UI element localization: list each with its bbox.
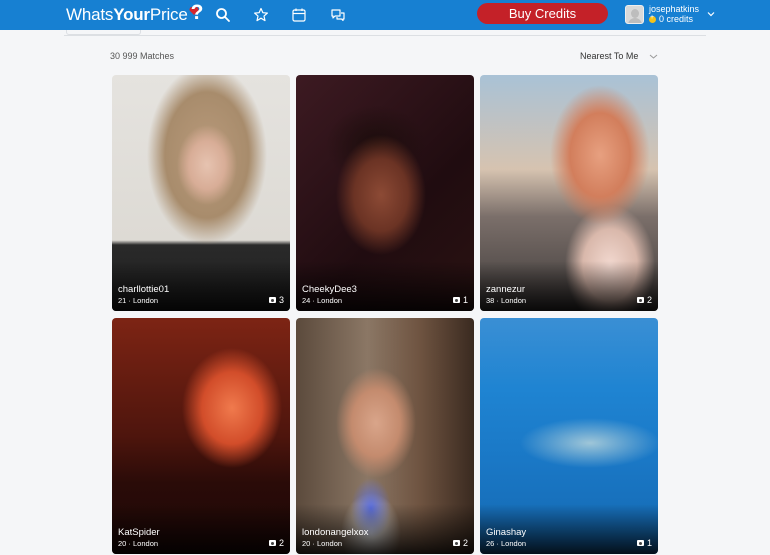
credits-label: 0 credits: [659, 14, 694, 24]
profile-name: CheekyDee3: [302, 284, 357, 295]
credits-balance: 0 credits: [649, 13, 699, 24]
profile-name: Ginashay: [486, 527, 527, 538]
profile-card[interactable]: londonangelxox 20 · London 2: [296, 318, 474, 554]
top-navbar: Whats Your Price ? Buy Credits josephatkin…: [0, 0, 770, 30]
buy-credits-button[interactable]: Buy Credits: [477, 3, 608, 24]
heart-question-icon: ?: [189, 1, 205, 25]
photo-count: 2: [452, 538, 468, 548]
photo-count: 3: [268, 295, 284, 305]
photo-count: 2: [268, 538, 284, 548]
logo[interactable]: Whats Your Price ?: [66, 1, 205, 26]
profile-name: KatSpider: [118, 527, 160, 538]
camera-icon: [268, 297, 276, 303]
profile-meta: 20 · London: [302, 539, 343, 548]
camera-icon: [452, 540, 460, 546]
profile-card[interactable]: charllottie01 21 · London 3: [112, 75, 290, 311]
profile-meta: 20 · London: [118, 539, 159, 548]
photo-count: 1: [452, 295, 468, 305]
star-icon[interactable]: [252, 6, 270, 24]
avatar: [625, 4, 644, 24]
camera-icon: [636, 540, 644, 546]
sort-dropdown[interactable]: Nearest To Me: [580, 51, 658, 61]
sort-label: Nearest To Me: [580, 51, 639, 61]
camera-icon: [636, 297, 644, 303]
calendar-icon[interactable]: [290, 6, 308, 24]
chat-icon[interactable]: [329, 6, 347, 24]
coin-icon: [649, 13, 656, 23]
profile-name: zannezur: [486, 284, 526, 295]
chevron-down-icon: [707, 12, 715, 17]
camera-icon: [268, 540, 276, 546]
username: josephatkins: [649, 4, 700, 14]
matches-count: 30 999 Matches: [110, 51, 175, 61]
profile-name: charllottie01: [118, 284, 170, 295]
profile-card[interactable]: CheekyDee3 24 · London 1: [296, 75, 474, 311]
profile-name: londonangelxox: [302, 527, 369, 538]
divider: [64, 35, 706, 36]
profile-card[interactable]: KatSpider 20 · London 2: [112, 318, 290, 554]
user-menu[interactable]: josephatkins 0 credits: [625, 3, 716, 25]
search-icon[interactable]: [214, 6, 232, 24]
camera-icon: [452, 297, 460, 303]
profile-card[interactable]: Ginashay 26 · London 1: [480, 318, 658, 554]
profile-meta: 24 · London: [302, 296, 343, 305]
logo-text-your: Your: [113, 5, 150, 24]
logo-text-price: Price: [149, 5, 188, 24]
profile-card[interactable]: zannezur 38 · London 2: [480, 75, 658, 311]
chevron-down-icon: [650, 54, 658, 59]
photo-count: 2: [636, 295, 652, 305]
profile-meta: 21 · London: [118, 296, 159, 305]
profile-meta: 38 · London: [486, 296, 527, 305]
profile-meta: 26 · London: [486, 539, 527, 548]
photo-count: 1: [636, 538, 652, 548]
logo-question-mark: ?: [190, 1, 204, 24]
logo-text-whats: Whats: [66, 5, 114, 24]
